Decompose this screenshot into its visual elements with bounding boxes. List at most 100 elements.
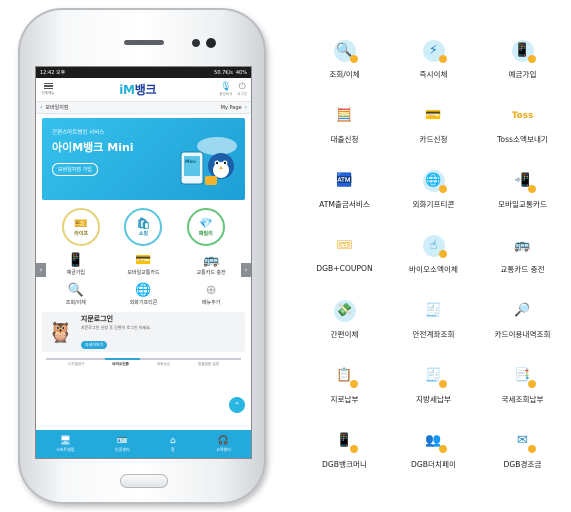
tab-label: 홈: [171, 446, 175, 452]
home-hardware-button[interactable]: [120, 474, 168, 488]
bus-icon: 🚌: [203, 253, 220, 268]
service-label: 바이오소액이체: [409, 265, 458, 274]
microphone-icon: 🎙: [220, 82, 232, 92]
tab-home[interactable]: ⌂ 홈: [170, 436, 176, 453]
service-label: 카드신청: [419, 135, 448, 144]
service-label: 예금가입: [508, 70, 537, 79]
globe-gift-icon: 🌐: [135, 283, 152, 298]
tab-label: 인증센터: [114, 446, 130, 452]
speaker-grille: [124, 40, 164, 45]
logo-suffix: 뱅크: [134, 83, 157, 97]
quick-shopping-button[interactable]: 🛍 쇼핑: [124, 208, 163, 246]
grid-item-deposit[interactable]: 📱 예금가입: [42, 252, 110, 276]
service-transit-charge[interactable]: 🚌 교통카드 충전: [478, 233, 567, 298]
service-deposit[interactable]: 📱 예금가입: [478, 38, 567, 103]
toss-send-icon: Toss: [510, 103, 536, 129]
step-label[interactable]: 외화송금: [157, 362, 170, 367]
logo-prefix: iM: [119, 83, 135, 97]
chevron-up-icon: ⌃: [233, 400, 241, 410]
breadcrumb-left[interactable]: 모바일지점: [45, 104, 68, 111]
service-icon-grid: 🔍 조회/이체 ⚡ 즉시이체 📱 예금가입 🧮 대출신청 💳 카드신청 Toss…: [300, 38, 568, 493]
quick-shopping-label: 쇼핑: [138, 231, 149, 237]
service-label: DGB뱅크머니: [322, 460, 367, 469]
grid-label: 교통카드 충전: [196, 270, 226, 276]
step-label[interactable]: 환율알림 설정: [198, 362, 219, 367]
service-label: DGB더치페이: [411, 460, 456, 469]
promo-banner[interactable]: 간편스마트뱅킹 서비스 아이M뱅크 Mini 모바일지점 가입 Mini: [42, 118, 245, 200]
fingerprint-title: 지문로그인: [80, 315, 114, 323]
service-label: DGB경조금: [503, 460, 542, 469]
service-loan[interactable]: 🧮 대출신청: [300, 103, 389, 168]
service-atm[interactable]: 🏧 ATM출금서비스: [300, 168, 389, 233]
bio-transfer-icon: ☝: [429, 238, 438, 253]
grid-item-transit-charge[interactable]: 🚌 교통카드 충전: [177, 252, 245, 276]
card-history-icon: 🔎: [514, 303, 531, 318]
mascot-tag: Mini: [185, 160, 196, 165]
menu-grid: 📱 예금가입 💳 모바일교통카드 🚌 교통카드 충전 🔍 조회/이체 🌐 외화기…: [36, 252, 251, 306]
login-button[interactable]: ⏻ 로그인: [237, 82, 247, 97]
certificate-icon: 🪪: [116, 435, 128, 446]
ticket-icon: 🎫: [74, 217, 88, 230]
service-label: 모바일교통카드: [498, 200, 547, 209]
grid-item-add-menu[interactable]: ⊕ 메뉴추가: [177, 282, 245, 306]
service-label: 카드이용내역조회: [494, 330, 551, 339]
fingerprint-login-card[interactable]: 🦉 지문로그인 지문로그인 신청 후 간편히 로그인 하세요. 자세히보기: [42, 312, 245, 352]
service-bio-transfer[interactable]: ☝ 바이오소액이체: [389, 233, 478, 298]
step-label-active[interactable]: 바이오인증: [112, 362, 129, 367]
service-label: ATM출금서비스: [319, 200, 370, 209]
quick-life-button[interactable]: 🎫 라이프: [62, 208, 101, 246]
breadcrumb-right[interactable]: My Page: [221, 105, 242, 111]
fingerprint-desc: 지문로그인 신청 후 간편히 로그인 하세요.: [80, 325, 152, 330]
bus-icon: 🚌: [514, 238, 531, 253]
shopping-bag-icon: 🛍: [136, 217, 151, 230]
quick-family-button[interactable]: 💎 패밀리: [186, 208, 225, 246]
service-card-apply[interactable]: 💳 카드신청: [389, 103, 478, 168]
grid-item-transit-card[interactable]: 💳 모바일교통카드: [110, 252, 178, 276]
voice-assistant-button[interactable]: 🎙 음성비서: [219, 82, 232, 97]
service-gift-money[interactable]: ✉ DGB경조금: [478, 428, 567, 493]
tab-smart-banking[interactable]: 🖥 스마트뱅킹: [56, 436, 74, 453]
battery-level: 40%: [235, 69, 247, 76]
bottom-tab-bar: 🖥 스마트뱅킹 🪪 인증센터 ⌂ 홈 🎧 고객센터: [36, 430, 251, 458]
service-toss[interactable]: Toss Toss소액보내기: [478, 103, 567, 168]
sensor-dot: [192, 39, 200, 47]
grid-item-fx-gift[interactable]: 🌐 외화기프티콘: [110, 282, 178, 306]
service-safe-account[interactable]: 🧾 안전계좌조회: [389, 298, 478, 363]
monitor-icon: 🖥: [59, 435, 72, 446]
carousel-prev-button[interactable]: ‹: [36, 263, 46, 277]
tab-cert-center[interactable]: 🪪 인증센터: [115, 436, 130, 453]
forward-arrow-icon[interactable]: ›: [245, 104, 247, 111]
service-fx-gift[interactable]: 🌐 외화기프티콘: [389, 168, 478, 233]
service-dutch-pay[interactable]: 👥 DGB더치페이: [389, 428, 478, 493]
service-coupon[interactable]: 🎟 DGB+COUPON: [300, 233, 389, 298]
phone-coin-icon: 📱: [67, 253, 84, 268]
service-bank-money[interactable]: 📱 DGB뱅크머니: [300, 428, 389, 493]
grid-item-inquiry-transfer[interactable]: 🔍 조회/이체: [42, 282, 110, 306]
scroll-top-button[interactable]: ⌃: [229, 397, 245, 413]
service-transit-card[interactable]: 📲 모바일교통카드: [478, 168, 567, 233]
service-label: 즉시이체: [419, 70, 448, 79]
back-arrow-icon[interactable]: ‹: [40, 104, 42, 111]
tab-label: 고객센터: [216, 446, 231, 452]
tab-label: 스마트뱅킹: [56, 446, 75, 452]
home-icon: ⌂: [170, 435, 176, 446]
step-label[interactable]: 디지털창구: [68, 362, 85, 367]
plus-icon: ⊕: [205, 283, 217, 298]
carousel-next-button[interactable]: ›: [241, 263, 251, 277]
menu-label: 전체메뉴: [41, 90, 55, 95]
service-national-tax[interactable]: 📑 국세조회납부: [478, 363, 567, 428]
service-instant-transfer[interactable]: ⚡ 즉시이체: [389, 38, 478, 103]
fingerprint-detail-button[interactable]: 자세히보기: [80, 341, 108, 349]
service-inquiry-transfer[interactable]: 🔍 조회/이체: [300, 38, 389, 103]
service-giro[interactable]: 📋 지로납부: [300, 363, 389, 428]
service-card-history[interactable]: 🔎 카드이용내역조회: [478, 298, 567, 363]
lightning-transfer-icon: ⚡: [428, 43, 439, 58]
tab-customer-center[interactable]: 🎧 고객센터: [216, 436, 231, 453]
service-local-tax[interactable]: 🧾 지방세납부: [389, 363, 478, 428]
grid-label: 외화기프티콘: [129, 300, 158, 306]
service-label: 외화기프티콘: [412, 200, 455, 209]
login-label: 로그인: [237, 92, 247, 96]
service-easy-transfer[interactable]: 💸 간편이체: [300, 298, 389, 363]
hamburger-menu-button[interactable]: 전체메뉴: [40, 83, 56, 96]
banner-join-button[interactable]: 모바일지점 가입: [52, 163, 98, 176]
